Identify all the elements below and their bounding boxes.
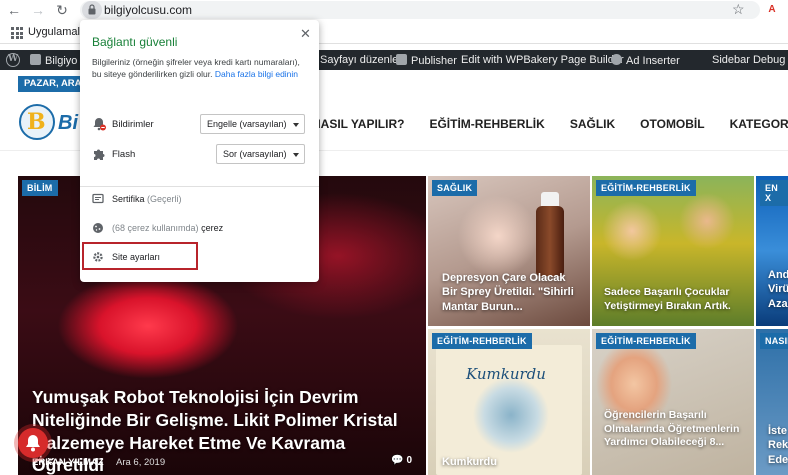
permission-flash: Flash Sor (varsayılan) — [92, 144, 307, 166]
cookies-label-text: çerez — [201, 223, 224, 233]
category-tag[interactable]: EĞİTİM-REHBERLİK — [596, 180, 696, 196]
hero-date: Ara 6, 2019 — [116, 457, 166, 468]
cookies-row[interactable]: (68 çerez kullanımda) çerez — [92, 221, 302, 237]
nav-item-kategoriler[interactable]: KATEGORİLER — [730, 117, 788, 131]
nav-item-otomobil[interactable]: OTOMOBİL — [640, 117, 704, 131]
extension-icon[interactable]: A — [764, 2, 780, 18]
hero-author[interactable]: ERKAN YILMAZ — [32, 457, 104, 468]
wp-publisher[interactable]: Publisher — [396, 54, 457, 67]
popup-divider — [80, 186, 319, 187]
article-tile[interactable]: EN X Andr Virü Aza — [756, 176, 788, 326]
wordpress-logo-icon[interactable]: W — [6, 53, 20, 67]
permission-notifications: Bildirimler Engelle (varsayılan) — [92, 114, 307, 136]
nav-item-egitim-rehberlik[interactable]: EĞİTİM-REHBERLİK — [429, 117, 544, 131]
gear-icon — [611, 54, 622, 65]
spray-bottle-shape — [536, 206, 564, 276]
wp-ad-inserter[interactable]: Ad Inserter — [611, 54, 680, 67]
category-tag[interactable]: BİLİM — [22, 180, 58, 196]
home-icon — [30, 54, 41, 65]
wp-sidebar-debug[interactable]: Sidebar Debug — [712, 54, 785, 66]
tile-title[interactable]: Öğrencilerin Başarılı Olmalarında Öğretm… — [604, 409, 749, 450]
permission-label: Bildirimler — [112, 119, 154, 130]
flash-select[interactable]: Sor (varsayılan) — [216, 144, 305, 164]
wp-publisher-label: Publisher — [411, 55, 457, 67]
hero-comments[interactable]: 💬 0 — [391, 455, 412, 466]
wp-site-name-label: Bilgiyo — [45, 55, 78, 67]
tile-title[interactable]: Sadece Başarılı Çocuklar Yetiştirmeyi Bı… — [604, 286, 749, 313]
publisher-icon — [396, 54, 407, 65]
learn-more-link[interactable]: Daha fazla bilgi edinin — [215, 69, 298, 79]
apps-grid-icon[interactable] — [11, 27, 23, 39]
bookmark-star-icon[interactable]: ☆ — [732, 1, 745, 18]
category-tag[interactable]: SAĞLIK — [432, 180, 478, 196]
certificate-label: Sertifika (Geçerli) — [112, 194, 182, 204]
cookies-count: (68 çerez kullanımda) — [112, 223, 199, 233]
site-info-popup: Bağlantı güvenli ✕ Bilgileriniz (örneğin… — [80, 20, 319, 282]
certificate-row[interactable]: Sertifika (Geçerli) — [92, 192, 302, 208]
category-tag[interactable]: EN X — [760, 180, 788, 206]
popup-description: Bilgileriniz (örneğin şifreler veya kred… — [92, 56, 302, 81]
wp-wpbakery[interactable]: Edit with WPBakery Page Builder — [461, 54, 624, 66]
tile-title[interactable]: İste Rek Ede — [768, 424, 788, 467]
article-tile[interactable]: NASIL İste Rek Ede — [756, 329, 788, 475]
article-tile[interactable]: SAĞLIK Depresyon Çare Olacak Bir Sprey Ü… — [428, 176, 590, 326]
back-arrow-icon[interactable]: ← — [6, 2, 22, 18]
gear-icon — [93, 252, 103, 262]
comment-icon: 💬 — [391, 455, 407, 466]
category-tag[interactable]: EĞİTİM-REHBERLİK — [432, 333, 532, 349]
permission-label: Flash — [112, 149, 136, 160]
article-tile[interactable]: EĞİTİM-REHBERLİK Öğrencilerin Başarılı O… — [592, 329, 754, 475]
logo-letter: B — [27, 109, 46, 135]
cookies-label: (68 çerez kullanımda) çerez — [112, 223, 223, 233]
wp-edit-page[interactable]: Sayfayı düzenle — [320, 54, 398, 66]
article-tile[interactable]: Kumkurdu EĞİTİM-REHBERLİK Kumkurdu — [428, 329, 590, 475]
forward-arrow-icon[interactable]: → — [30, 2, 46, 18]
close-icon[interactable]: ✕ — [300, 26, 311, 42]
address-bar-row: ← → ↻ bilgiyolcusu.com ☆ A — [0, 0, 788, 20]
lock-icon[interactable] — [82, 1, 102, 19]
book-cover-title: Kumkurdu — [466, 365, 546, 383]
certificate-icon — [92, 193, 104, 204]
hero-comments-count: 0 — [406, 455, 412, 466]
puzzle-icon — [94, 149, 105, 160]
nav-item-saglik[interactable]: SAĞLIK — [570, 117, 615, 131]
category-tag[interactable]: EĞİTİM-REHBERLİK — [596, 333, 696, 349]
tile-title[interactable]: Depresyon Çare Olacak Bir Sprey Üretildi… — [442, 271, 582, 314]
wp-site-name[interactable]: Bilgiyo — [30, 54, 77, 67]
wp-ad-inserter-label: Ad Inserter — [626, 55, 680, 67]
notifications-select[interactable]: Engelle (varsayılan) — [200, 114, 305, 134]
bell-icon — [26, 435, 40, 452]
notification-bell-button[interactable] — [18, 428, 48, 458]
notifications-blocked-icon — [93, 118, 106, 131]
main-nav: NASIL YAPILIR? EĞİTİM-REHBERLİK SAĞLIK O… — [312, 117, 788, 131]
site-settings-label: Site ayarları — [112, 252, 161, 262]
tile-title[interactable]: Kumkurdu — [442, 455, 497, 469]
tile-title[interactable]: Andr Virü Aza — [768, 268, 788, 311]
category-tag[interactable]: NASIL — [760, 333, 788, 349]
certificate-status: (Geçerli) — [147, 194, 182, 204]
article-tile[interactable]: EĞİTİM-REHBERLİK Sadece Başarılı Çocukla… — [592, 176, 754, 326]
nav-item-nasil-yapilir[interactable]: NASIL YAPILIR? — [312, 117, 404, 131]
site-settings-row[interactable]: Site ayarları — [92, 250, 302, 266]
url-text[interactable]: bilgiyolcusu.com — [104, 3, 192, 17]
certificate-label-text: Sertifika — [112, 194, 145, 204]
popup-title: Bağlantı güvenli — [92, 35, 178, 49]
reload-icon[interactable]: ↻ — [54, 2, 70, 18]
cookie-icon — [93, 223, 103, 233]
site-logo[interactable]: B — [19, 104, 55, 140]
logo-text[interactable]: Bi — [58, 112, 78, 135]
